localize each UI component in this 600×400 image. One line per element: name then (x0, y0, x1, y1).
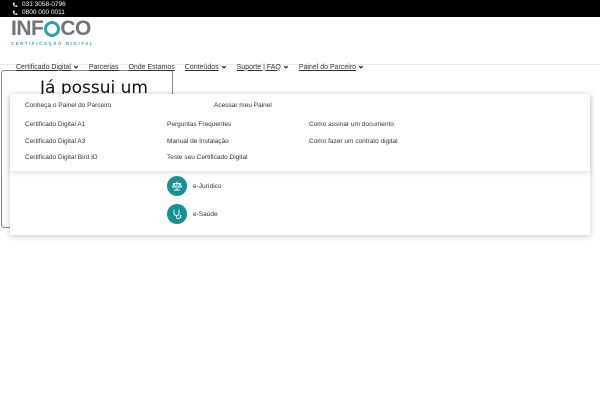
sector-label: e-Jurídico (193, 182, 222, 190)
sector-label: e-Saúde (193, 210, 218, 218)
nav-item-onde-estamos[interactable]: Onde Estamos (128, 64, 174, 71)
phone-icon (12, 2, 18, 7)
chevron-down-icon (358, 65, 364, 69)
phone-icon (12, 10, 18, 15)
chevron-down-icon (221, 65, 226, 69)
link-acessar-painel[interactable]: Acessar meu Painel (214, 102, 272, 109)
nav-label: Painel do Parceiro (298, 63, 357, 71)
nav-item-suporte-faq[interactable]: Suporte | FAQ (237, 64, 289, 71)
scales-icon (167, 176, 187, 196)
nav-label: Onde Estamos (128, 63, 175, 71)
logo-wordmark: INF CO (11, 17, 91, 41)
link-perguntas-frequentes[interactable]: Perguntas Frequentes (167, 121, 231, 128)
chevron-down-icon (283, 65, 289, 69)
logo-o-ring (44, 21, 61, 37)
logo-text-right: CO (60, 17, 91, 40)
nav-item-painel-do-parceiro[interactable]: Painel do Parceiro (299, 64, 364, 71)
nav-item-certificado-digital[interactable]: Certificado Digital (16, 64, 79, 71)
logo-text-left: INF (11, 17, 44, 40)
phone-1-text: 031 3058-0796 (22, 1, 66, 8)
link-como-assinar[interactable]: Como assinar um documento (309, 121, 394, 128)
top-contact-bar: 031 3058-0796 0800 000 0011 (0, 0, 600, 17)
chevron-down-icon (73, 65, 79, 69)
link-certificado-a3[interactable]: Certificado Digital A3 (25, 138, 85, 145)
site-logo[interactable]: INF CO CERTIFICAÇÃO DIGITAL (11, 17, 95, 46)
link-manual-instalacao[interactable]: Manual de Instalação (167, 138, 229, 145)
phone-2[interactable]: 0800 000 0011 (12, 9, 65, 16)
nav-label: Suporte | FAQ (236, 63, 281, 71)
main-nav: Certificado Digital Parcerias Onde Estam… (16, 61, 374, 73)
nav-label: Certificado Digital (16, 63, 71, 71)
nav-item-conteudos[interactable]: Conteúdos (185, 64, 227, 71)
link-contrato-digital[interactable]: Como fazer um contrato digital (309, 138, 398, 145)
link-conheca-painel[interactable]: Conheça o Painel do Parceiro (25, 102, 111, 109)
sector-e-juridico[interactable]: e-Jurídico (167, 176, 222, 196)
nav-label: Conteúdos (184, 63, 219, 71)
logo-tagline: CERTIFICAÇÃO DIGITAL (11, 41, 95, 46)
link-certificado-bird-id[interactable]: Certificado Digital Bird ID (25, 154, 98, 161)
nav-item-parcerias[interactable]: Parcerias (89, 64, 119, 71)
link-certificado-a1[interactable]: Certificado Digital A1 (25, 121, 85, 128)
nav-label: Parcerias (88, 63, 119, 71)
stethoscope-icon (167, 204, 187, 224)
sector-e-saude[interactable]: e-Saúde (167, 204, 218, 224)
link-teste-certificado[interactable]: Teste seu Certificado Digital (167, 154, 248, 161)
phone-1[interactable]: 031 3058-0796 (12, 1, 66, 8)
phone-2-text: 0800 000 0011 (22, 9, 65, 16)
